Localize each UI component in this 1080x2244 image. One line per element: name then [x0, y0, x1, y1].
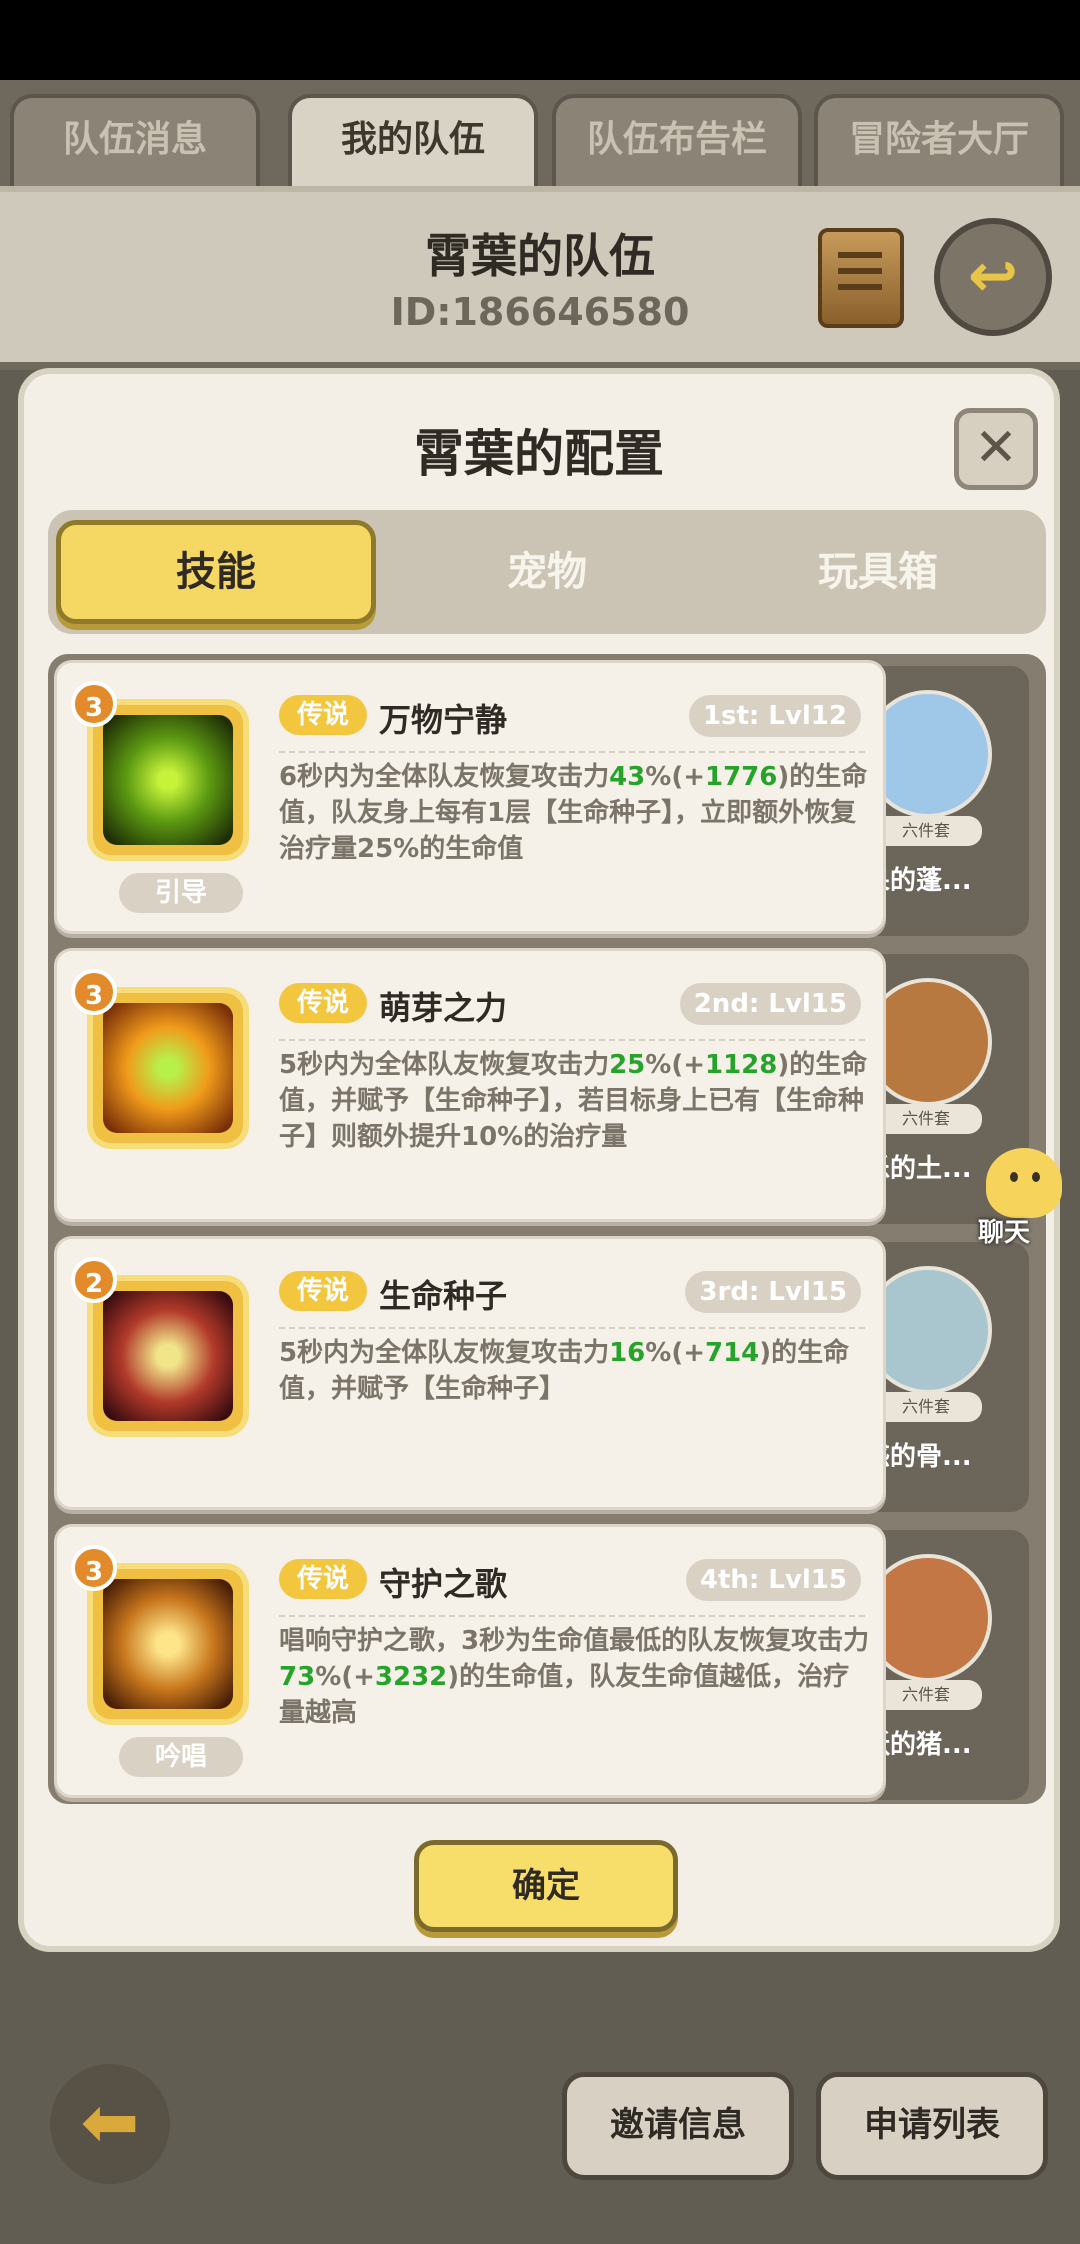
- sprout-burst-icon: [103, 1003, 233, 1133]
- tab-team-bulletin[interactable]: 队伍布告栏: [552, 94, 802, 186]
- chat-label: 聊天: [978, 1218, 1031, 1248]
- skill-icon-frame: [87, 699, 249, 861]
- pet-set-badge: 六件套: [870, 1104, 982, 1134]
- tab-team-messages[interactable]: 队伍消息: [10, 94, 260, 186]
- segment-control: 技能 宠物 玩具箱: [48, 510, 1046, 634]
- skill-slot-level: 1st: Lvl12: [688, 695, 861, 737]
- team-name: 霄葉的队伍: [425, 229, 655, 283]
- confirm-button[interactable]: 确定: [414, 1840, 678, 1932]
- shield-heal-icon: [103, 1579, 233, 1709]
- tab-pets[interactable]: 宠物: [387, 520, 707, 624]
- chat-bubble-icon: [986, 1148, 1062, 1218]
- divider: [279, 1039, 865, 1041]
- team-tabs: 队伍消息 我的队伍 队伍布告栏 冒险者大厅: [0, 88, 1080, 188]
- skill-icon-frame: [87, 1563, 249, 1725]
- skill-card[interactable]: 3 吟唱 传说 守护之歌 4th: Lvl15 唱响守护之歌，3秒为生命值最低的…: [54, 1524, 886, 1798]
- config-panel: 霄葉的配置 ✕ 技能 宠物 玩具箱 六件套 发呆的蓬... 3 引导 传说 万物…: [18, 368, 1060, 1952]
- team-header: 霄葉的队伍 ID:186646580 ↩: [0, 186, 1080, 362]
- skill-card[interactable]: 3 引导 传说 万物宁静 1st: Lvl12 6秒内为全体队友恢复攻击力43%…: [54, 660, 886, 934]
- skill-slot-level: 4th: Lvl15: [685, 1559, 861, 1601]
- skill-row: 六件套 活跃的猪... 3 吟唱 传说 守护之歌 4th: Lvl15 唱响守护…: [54, 1524, 1040, 1802]
- pet-set-badge: 六件套: [870, 1680, 982, 1710]
- skill-icon-frame: [87, 1275, 249, 1437]
- skill-slot-level: 3rd: Lvl15: [685, 1271, 861, 1313]
- panel-title: 霄葉的配置: [414, 425, 664, 483]
- skill-row: 六件套 困惑的骨... 2 传说 生命种子 3rd: Lvl15 5秒内为全体队…: [54, 1236, 1040, 1514]
- rarity-tag: 传说: [279, 983, 367, 1023]
- tab-my-team[interactable]: 我的队伍: [288, 94, 538, 186]
- skill-type-tag: 引导: [119, 873, 243, 913]
- skill-name: 万物宁静: [379, 701, 508, 739]
- pet-set-badge: 六件套: [870, 1392, 982, 1422]
- skill-list: 六件套 发呆的蓬... 3 引导 传说 万物宁静 1st: Lvl12 6秒内为…: [48, 654, 1046, 1804]
- skill-description: 唱响守护之歌，3秒为生命值最低的队友恢复攻击力73%(+3232)的生命值，队友…: [279, 1626, 870, 1728]
- close-button[interactable]: ✕: [954, 408, 1038, 490]
- skill-name: 萌芽之力: [379, 989, 508, 1027]
- skill-level-badge: 2: [71, 1257, 117, 1303]
- tab-toybox[interactable]: 玩具箱: [718, 520, 1038, 624]
- exit-team-icon[interactable]: ↩: [934, 218, 1052, 336]
- tab-skills[interactable]: 技能: [56, 520, 376, 624]
- skill-description: 6秒内为全体队友恢复攻击力43%(+1776)的生命值，队友身上每有1层【生命种…: [279, 762, 868, 864]
- invite-info-button[interactable]: 邀请信息: [562, 2072, 794, 2180]
- seed-heal-icon: [103, 1291, 233, 1421]
- rarity-tag: 传说: [279, 1271, 367, 1311]
- skill-row: 六件套 发呆的蓬... 3 引导 传说 万物宁静 1st: Lvl12 6秒内为…: [54, 660, 1040, 938]
- divider: [279, 751, 865, 753]
- chat-button[interactable]: 聊天: [966, 1148, 1076, 1248]
- skill-icon-frame: [87, 987, 249, 1149]
- skill-row: 六件套 快乐的土... 3 传说 萌芽之力 2nd: Lvl15 5秒内为全体队…: [54, 948, 1040, 1226]
- divider: [279, 1327, 865, 1329]
- tab-adventurer-hall[interactable]: 冒险者大厅: [814, 94, 1064, 186]
- apply-list-button[interactable]: 申请列表: [816, 2072, 1048, 2180]
- team-id: ID:186646580: [390, 290, 690, 334]
- skill-description: 5秒内为全体队友恢复攻击力25%(+1128)的生命值，并赋予【生命种子】，若目…: [279, 1050, 868, 1152]
- skill-level-badge: 3: [71, 1545, 117, 1591]
- skill-slot-level: 2nd: Lvl15: [679, 983, 861, 1025]
- skill-card[interactable]: 2 传说 生命种子 3rd: Lvl15 5秒内为全体队友恢复攻击力16%(+7…: [54, 1236, 886, 1510]
- scroll-icon[interactable]: [818, 228, 904, 328]
- skill-name: 生命种子: [379, 1277, 508, 1315]
- skill-card[interactable]: 3 传说 萌芽之力 2nd: Lvl15 5秒内为全体队友恢复攻击力25%(+1…: [54, 948, 886, 1222]
- skill-level-badge: 3: [71, 969, 117, 1015]
- skill-description: 5秒内为全体队友恢复攻击力16%(+714)的生命值，并赋予【生命种子】: [279, 1338, 850, 1404]
- skill-level-badge: 3: [71, 681, 117, 727]
- back-arrow-icon[interactable]: ⬅: [50, 2064, 170, 2184]
- skill-type-tag: 吟唱: [119, 1737, 243, 1777]
- rarity-tag: 传说: [279, 695, 367, 735]
- sprout-aura-icon: [103, 715, 233, 845]
- divider: [279, 1615, 865, 1617]
- skill-name: 守护之歌: [379, 1565, 508, 1603]
- pet-set-badge: 六件套: [870, 816, 982, 846]
- status-bar: [0, 0, 1080, 80]
- rarity-tag: 传说: [279, 1559, 367, 1599]
